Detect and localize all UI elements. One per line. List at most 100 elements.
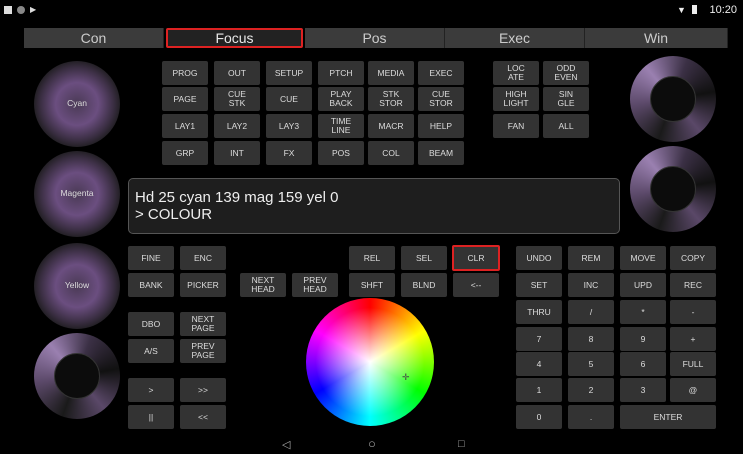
- back-nav-icon[interactable]: ◁: [282, 438, 290, 451]
- as-button[interactable]: A/S: [128, 339, 174, 363]
- key-highlight[interactable]: HIGH LIGHT: [493, 87, 539, 111]
- keypad-key[interactable]: /: [568, 300, 614, 324]
- wifi-icon: ▼: [677, 5, 686, 15]
- color-cursor-icon: ✛: [402, 372, 410, 382]
- blend-button[interactable]: BLND: [401, 273, 447, 297]
- keypad-key[interactable]: 4: [516, 352, 562, 376]
- tab-con[interactable]: Con: [24, 28, 164, 48]
- forward-button[interactable]: >: [128, 378, 174, 402]
- key-page[interactable]: PAGE: [162, 87, 208, 111]
- backspace-button[interactable]: <--: [453, 273, 499, 297]
- right-encoder-1[interactable]: [630, 56, 716, 142]
- prev-head-button[interactable]: PREV HEAD: [292, 273, 338, 297]
- keypad-key[interactable]: MOVE: [620, 246, 666, 270]
- keypad-key[interactable]: SET: [516, 273, 562, 297]
- key-prog[interactable]: PROG: [162, 61, 208, 85]
- key-cuestk[interactable]: CUE STK: [214, 87, 260, 111]
- rel-button[interactable]: REL: [349, 246, 395, 270]
- right-encoder-2[interactable]: [630, 146, 716, 232]
- keypad-key[interactable]: REM: [568, 246, 614, 270]
- key-stkstor[interactable]: STK STOR: [368, 87, 414, 111]
- tab-win[interactable]: Win: [585, 28, 728, 48]
- key-fx[interactable]: FX: [266, 141, 312, 165]
- enter-button[interactable]: ENTER: [620, 405, 716, 429]
- keypad-key[interactable]: UNDO: [516, 246, 562, 270]
- key-dot[interactable]: .: [568, 405, 614, 429]
- tab-exec[interactable]: Exec: [445, 28, 585, 48]
- key-oddeven[interactable]: ODD EVEN: [543, 61, 589, 85]
- keypad-key[interactable]: REC: [670, 273, 716, 297]
- key-playback[interactable]: PLAY BACK: [318, 87, 364, 111]
- enc-button[interactable]: ENC: [180, 246, 226, 270]
- tab-pos[interactable]: Pos: [305, 28, 445, 48]
- key-cuestor[interactable]: CUE STOR: [418, 87, 464, 111]
- prev-page-button[interactable]: PREV PAGE: [180, 339, 226, 363]
- key-single[interactable]: SIN GLE: [543, 87, 589, 111]
- key-grp[interactable]: GRP: [162, 141, 208, 165]
- tab-focus[interactable]: Focus: [166, 28, 303, 48]
- keypad-key[interactable]: +: [670, 327, 716, 351]
- key-fan[interactable]: FAN: [493, 114, 539, 138]
- command-line-display: Hd 25 cyan 139 mag 159 yel 0 > COLOUR: [128, 178, 620, 234]
- key-lay1[interactable]: LAY1: [162, 114, 208, 138]
- fast-forward-button[interactable]: >>: [180, 378, 226, 402]
- key-lay2[interactable]: LAY2: [214, 114, 260, 138]
- keypad-key[interactable]: *: [620, 300, 666, 324]
- keypad-key[interactable]: 3: [620, 378, 666, 402]
- picker-button[interactable]: PICKER: [180, 273, 226, 297]
- recents-nav-icon[interactable]: □: [458, 438, 465, 450]
- encoder-4[interactable]: [34, 333, 120, 419]
- color-picker-wheel[interactable]: [306, 298, 434, 426]
- next-page-button[interactable]: NEXT PAGE: [180, 312, 226, 336]
- key-all[interactable]: ALL: [543, 114, 589, 138]
- key-setup[interactable]: SETUP: [266, 61, 312, 85]
- bank-button[interactable]: BANK: [128, 273, 174, 297]
- command-line-1: Hd 25 cyan 139 mag 159 yel 0: [135, 189, 339, 206]
- key-exec[interactable]: EXEC: [418, 61, 464, 85]
- key-locate[interactable]: LOC ATE: [493, 61, 539, 85]
- keypad-key[interactable]: 7: [516, 327, 562, 351]
- keypad-key[interactable]: 8: [568, 327, 614, 351]
- key-0[interactable]: 0: [516, 405, 562, 429]
- key-beam[interactable]: BEAM: [418, 141, 464, 165]
- key-help[interactable]: HELP: [418, 114, 464, 138]
- key-ptch[interactable]: PTCH: [318, 61, 364, 85]
- keypad-key[interactable]: 6: [620, 352, 666, 376]
- key-pos[interactable]: POS: [318, 141, 364, 165]
- home-nav-icon[interactable]: ○: [368, 436, 376, 451]
- key-cue[interactable]: CUE: [266, 87, 312, 111]
- encoder-knob: [54, 353, 100, 399]
- key-macr[interactable]: MACR: [368, 114, 414, 138]
- key-media[interactable]: MEDIA: [368, 61, 414, 85]
- keypad-key[interactable]: @: [670, 378, 716, 402]
- key-timeline[interactable]: TIME LINE: [318, 114, 364, 138]
- fine-button[interactable]: FINE: [128, 246, 174, 270]
- shift-button[interactable]: SHFT: [349, 273, 395, 297]
- keypad-key[interactable]: FULL: [670, 352, 716, 376]
- keypad-key[interactable]: 2: [568, 378, 614, 402]
- keypad-key[interactable]: INC: [568, 273, 614, 297]
- key-lay3[interactable]: LAY3: [266, 114, 312, 138]
- keypad-key[interactable]: COPY: [670, 246, 716, 270]
- keypad-key[interactable]: THRU: [516, 300, 562, 324]
- key-out[interactable]: OUT: [214, 61, 260, 85]
- clr-button[interactable]: CLR: [452, 245, 500, 271]
- encoder-knob: [650, 76, 696, 122]
- yellow-encoder[interactable]: Yellow: [34, 243, 120, 329]
- next-head-button[interactable]: NEXT HEAD: [240, 273, 286, 297]
- sync-icon: [17, 6, 25, 14]
- key-int[interactable]: INT: [214, 141, 260, 165]
- keypad-key[interactable]: 5: [568, 352, 614, 376]
- dbo-button[interactable]: DBO: [128, 312, 174, 336]
- keypad-key[interactable]: -: [670, 300, 716, 324]
- encoder-label: Cyan: [67, 98, 87, 108]
- rewind-button[interactable]: <<: [180, 405, 226, 429]
- keypad-key[interactable]: UPD: [620, 273, 666, 297]
- keypad-key[interactable]: 9: [620, 327, 666, 351]
- pause-button[interactable]: ||: [128, 405, 174, 429]
- cyan-encoder[interactable]: Cyan: [34, 61, 120, 147]
- keypad-key[interactable]: 1: [516, 378, 562, 402]
- sel-button[interactable]: SEL: [401, 246, 447, 270]
- magenta-encoder[interactable]: Magenta: [34, 151, 120, 237]
- key-col[interactable]: COL: [368, 141, 414, 165]
